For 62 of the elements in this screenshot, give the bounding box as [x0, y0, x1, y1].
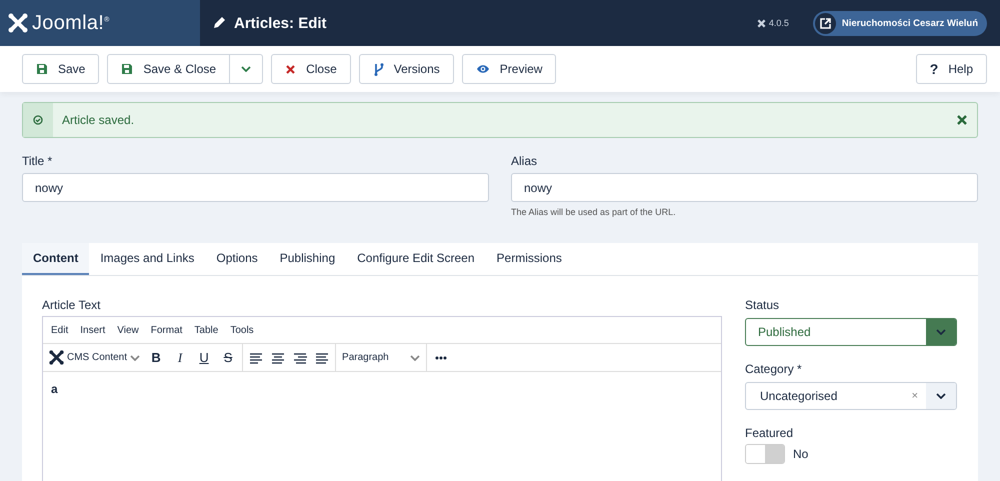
page-title: Articles: Edit	[234, 14, 327, 32]
logo-text: Joomla!$^{®}$	[32, 12, 110, 34]
format-button[interactable]: B	[148, 350, 164, 365]
field-label: Title *	[22, 154, 54, 168]
field-label: Featured	[745, 426, 794, 440]
status-select[interactable]: Published	[745, 318, 957, 346]
menu-item[interactable]: Edit	[51, 324, 68, 336]
joomla-logo-icon	[8, 13, 28, 33]
format-button[interactable]: U	[196, 350, 212, 365]
chevron-down-icon	[130, 354, 140, 360]
help-icon: ?	[930, 61, 938, 77]
version-text: 4.0.5	[768, 18, 789, 28]
chevron-down-icon	[241, 66, 252, 72]
check-circle-icon	[33, 115, 43, 125]
save-close-button[interactable]: Save & Close	[107, 54, 230, 84]
field-label: Article Text	[42, 298, 102, 312]
menu-item[interactable]: Format	[150, 324, 182, 336]
save-icon	[121, 63, 134, 75]
save-icon	[36, 63, 48, 75]
save-button[interactable]: Save	[22, 54, 100, 84]
align-right-icon[interactable]	[293, 352, 308, 364]
dropdown-toggle-button[interactable]	[230, 54, 264, 84]
chevron-down-icon	[936, 393, 946, 399]
preview-button[interactable]: Preview	[462, 54, 556, 84]
alert-message: Article saved.	[62, 113, 136, 127]
editor-text: a	[50, 381, 59, 398]
external-link-icon	[820, 18, 831, 28]
close-icon	[285, 64, 296, 74]
close-icon[interactable]	[957, 115, 967, 125]
format-button[interactable]: I	[172, 350, 188, 366]
chevron-down-icon	[410, 354, 420, 360]
toggle-label: No	[793, 447, 808, 461]
align-center-icon[interactable]	[271, 352, 286, 364]
align-left-icon[interactable]	[249, 352, 264, 364]
toggle-switch[interactable]	[745, 444, 785, 464]
menu-item[interactable]: Insert	[80, 324, 106, 336]
help-text: The Alias will be used as part of the URL.	[511, 207, 677, 217]
plugin-dropdown[interactable]: CMS Content	[49, 350, 140, 365]
help-button[interactable]: ? Help	[916, 54, 987, 84]
eye-icon	[476, 64, 490, 74]
tab[interactable]: Content	[22, 243, 90, 275]
field-label: Category *	[745, 362, 803, 376]
pencil-icon	[212, 16, 226, 30]
menu-item[interactable]: View	[117, 324, 139, 336]
justify-icon[interactable]	[315, 352, 330, 364]
branch-icon	[372, 62, 384, 76]
format-button[interactable]: S	[220, 350, 236, 365]
joomla-logo-icon	[756, 18, 766, 28]
category-select[interactable]: Uncategorised ×	[745, 382, 957, 410]
menu-item[interactable]: Tools	[230, 324, 254, 336]
field-label: Alias	[511, 154, 538, 168]
versions-button[interactable]: Versions	[358, 54, 454, 84]
field-label: Status	[745, 298, 780, 312]
more-icon[interactable]	[435, 356, 448, 360]
joomla-logo-icon	[49, 350, 64, 365]
close-button[interactable]: Close	[271, 54, 351, 84]
text-field[interactable]: nowy	[22, 173, 489, 202]
text-field[interactable]: nowy	[511, 173, 978, 202]
block-format-dropdown[interactable]: Paragraph	[336, 344, 428, 371]
menu-item[interactable]: Table	[194, 324, 218, 336]
site-link[interactable]: Nieruchomości Cesarz Wieluń	[812, 10, 987, 36]
chevron-down-icon	[936, 329, 946, 335]
